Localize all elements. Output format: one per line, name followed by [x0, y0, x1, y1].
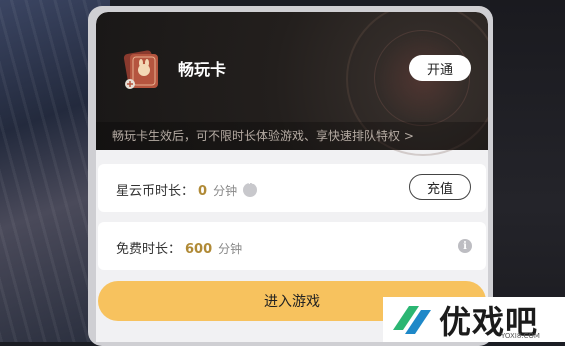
free-time-label: 免费时长： [116, 242, 182, 257]
cloud-game-panel: 畅玩卡 开通 畅玩卡生效后，可不限时长体验游戏、享快速排队特权 > 星云币时长：… [96, 12, 488, 342]
game-card-icon [123, 50, 158, 89]
background-art-right [490, 0, 565, 342]
more-dots-icon[interactable] [243, 177, 258, 197]
free-time-unit: 分钟 [218, 242, 243, 256]
recharge-button[interactable]: 充值 [409, 174, 471, 200]
coin-time-row: 星云币时长：0 分钟 充值 [98, 164, 486, 212]
free-time-row: 免费时长： 600 分钟 i [98, 222, 486, 270]
free-time-text: 免费时长： 600 分钟 [116, 238, 242, 257]
open-card-button[interactable]: 开通 [409, 55, 471, 81]
coin-time-text: 星云币时长： 0 分钟 [116, 177, 258, 199]
watermark-url: YOXI8.COM [501, 332, 540, 340]
card-description-link[interactable]: 畅玩卡生效后，可不限时长体验游戏、享快速排队特权 > [96, 122, 488, 150]
coin-time-value: 0 [198, 184, 208, 199]
vip-card: 畅玩卡 开通 畅玩卡生效后，可不限时长体验游戏、享快速排队特权 > [96, 12, 488, 156]
card-title: 畅玩卡 [178, 60, 227, 79]
free-time-value: 600 [185, 242, 213, 257]
yoxi8-logo-icon [393, 306, 431, 334]
coin-time-unit: 分钟 [213, 184, 238, 198]
coin-time-label: 星云币时长： [116, 184, 195, 199]
watermark: 优戏吧 YOXI8.COM [383, 297, 565, 342]
info-icon[interactable]: i [458, 239, 472, 253]
